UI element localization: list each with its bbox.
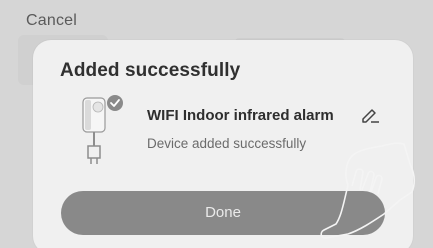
dialog-title: Added successfully (60, 60, 241, 81)
screen: Cancel Added successfully WIFI Indoor in… (0, 0, 433, 248)
done-button[interactable]: Done (61, 191, 385, 235)
pencil-icon[interactable] (360, 104, 380, 124)
checkmark-badge-icon (107, 95, 123, 111)
cancel-button[interactable]: Cancel (26, 12, 77, 30)
motion-sensor-icon (82, 95, 123, 164)
success-dialog: Added successfully WIFI Indoor infrared … (33, 40, 413, 248)
device-status: Device added successfully (147, 136, 307, 151)
device-name: WIFI Indoor infrared alarm (147, 107, 334, 124)
